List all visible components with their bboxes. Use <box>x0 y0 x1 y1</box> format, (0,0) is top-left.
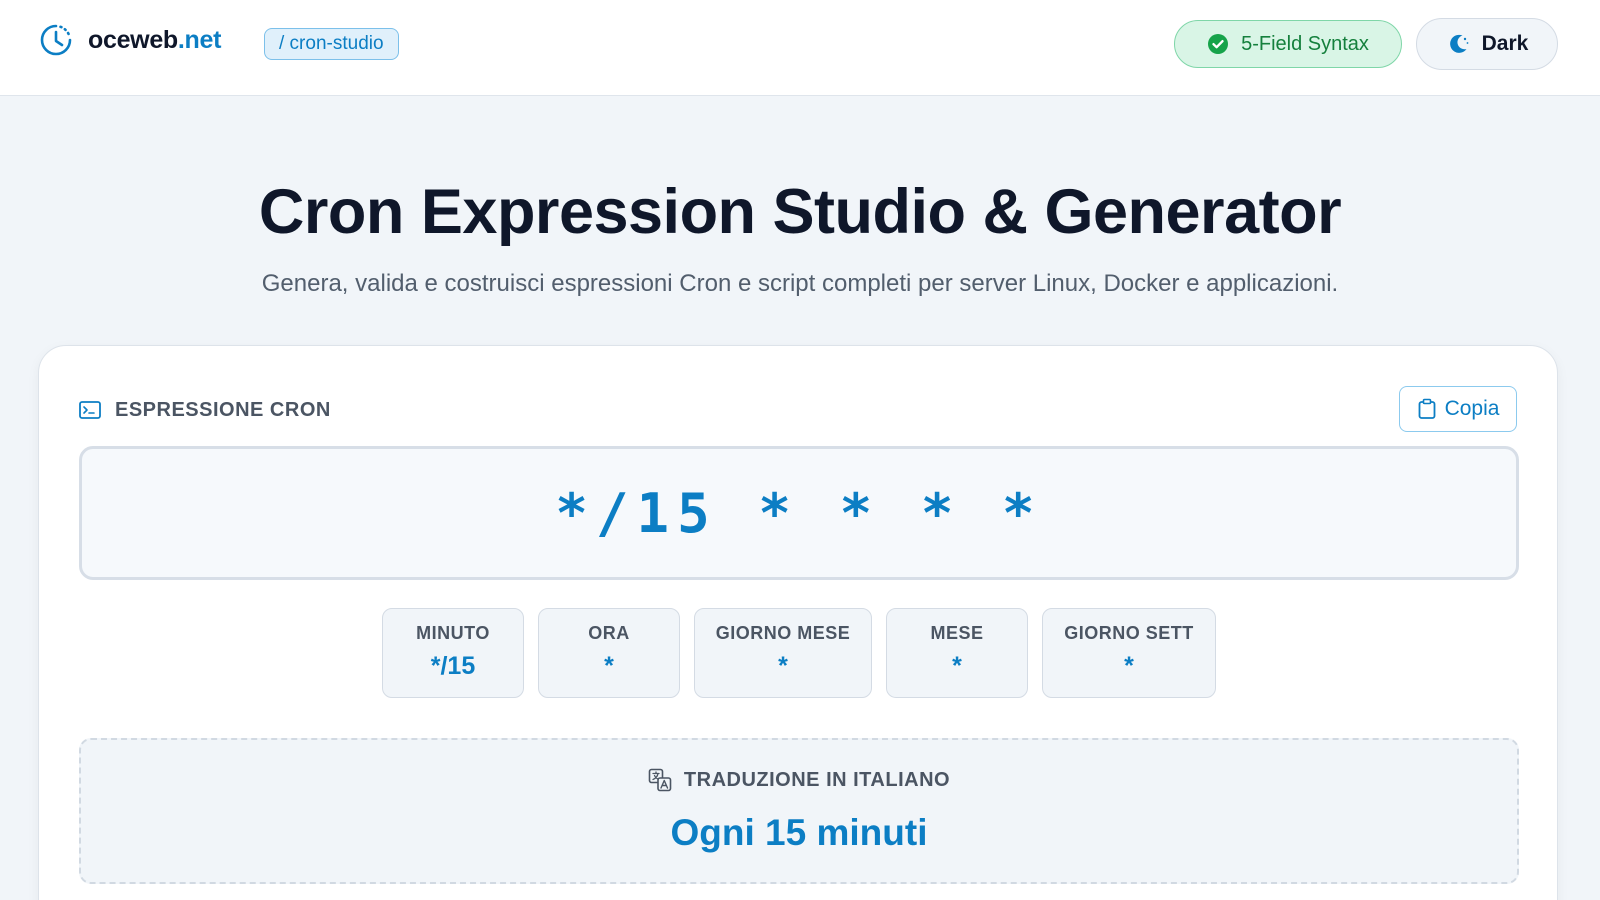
field-minute: MINUTO */15 <box>382 608 524 698</box>
cron-fields: MINUTO */15 ORA * GIORNO MESE * MESE * G… <box>39 608 1559 698</box>
page-subtitle: Genera, valida e costruisci espressioni … <box>261 270 1339 297</box>
top-header: oceweb.net / cron-studio 5-Field Syntax … <box>0 0 1600 96</box>
translation-text: Ogni 15 minuti <box>670 812 928 853</box>
logo-name: oceweb <box>88 25 178 54</box>
page-title: Cron Expression Studio & Generator <box>258 177 1342 247</box>
field-month-value: * <box>952 652 962 680</box>
terminal-icon <box>79 401 101 419</box>
syntax-badge-label: 5-Field Syntax <box>1241 32 1369 55</box>
clipboard-icon <box>1418 398 1435 419</box>
check-circle-icon <box>1208 34 1229 54</box>
cron-section-label: ESPRESSIONE CRON <box>115 398 331 421</box>
field-day-of-month: GIORNO MESE * <box>694 608 872 698</box>
field-hour-value: * <box>604 652 614 680</box>
moon-icon <box>1449 34 1469 53</box>
translation-box: TRADUZIONE IN ITALIANO Ogni 15 minuti <box>79 738 1519 884</box>
copy-button-label: Copia <box>1444 397 1500 420</box>
logo-text: oceweb.net <box>88 26 221 55</box>
site-logo[interactable]: oceweb.net <box>36 20 221 60</box>
cron-expression-card: ESPRESSIONE CRON Copia */15 * * * * MINU… <box>38 345 1558 900</box>
field-day-of-week: GIORNO SETT * <box>1042 608 1216 698</box>
field-day-of-month-label: GIORNO MESE <box>715 623 851 643</box>
translate-icon <box>648 768 672 792</box>
field-day-of-month-value: * <box>778 652 788 680</box>
field-month-label: MESE <box>930 623 984 643</box>
field-day-of-week-value: * <box>1124 652 1134 680</box>
dark-mode-toggle[interactable]: Dark <box>1416 18 1558 70</box>
field-minute-value: */15 <box>430 652 476 680</box>
translation-label: TRADUZIONE IN ITALIANO <box>683 768 951 791</box>
translation-header: TRADUZIONE IN ITALIANO <box>81 768 1517 792</box>
copy-button[interactable]: Copia <box>1399 386 1517 432</box>
field-minute-label: MINUTO <box>416 623 490 643</box>
field-day-of-week-label: GIORNO SETT <box>1064 623 1194 643</box>
cron-expression-display[interactable]: */15 * * * * <box>79 446 1519 580</box>
syntax-badge: 5-Field Syntax <box>1174 20 1402 68</box>
field-hour-label: ORA <box>588 623 630 643</box>
logo-tld: .net <box>177 25 222 54</box>
clock-icon <box>40 24 72 56</box>
dark-mode-label: Dark <box>1481 32 1529 55</box>
field-month: MESE * <box>886 608 1028 698</box>
field-hour: ORA * <box>538 608 680 698</box>
cron-section-header: ESPRESSIONE CRON <box>79 396 331 424</box>
path-badge: / cron-studio <box>264 28 399 60</box>
